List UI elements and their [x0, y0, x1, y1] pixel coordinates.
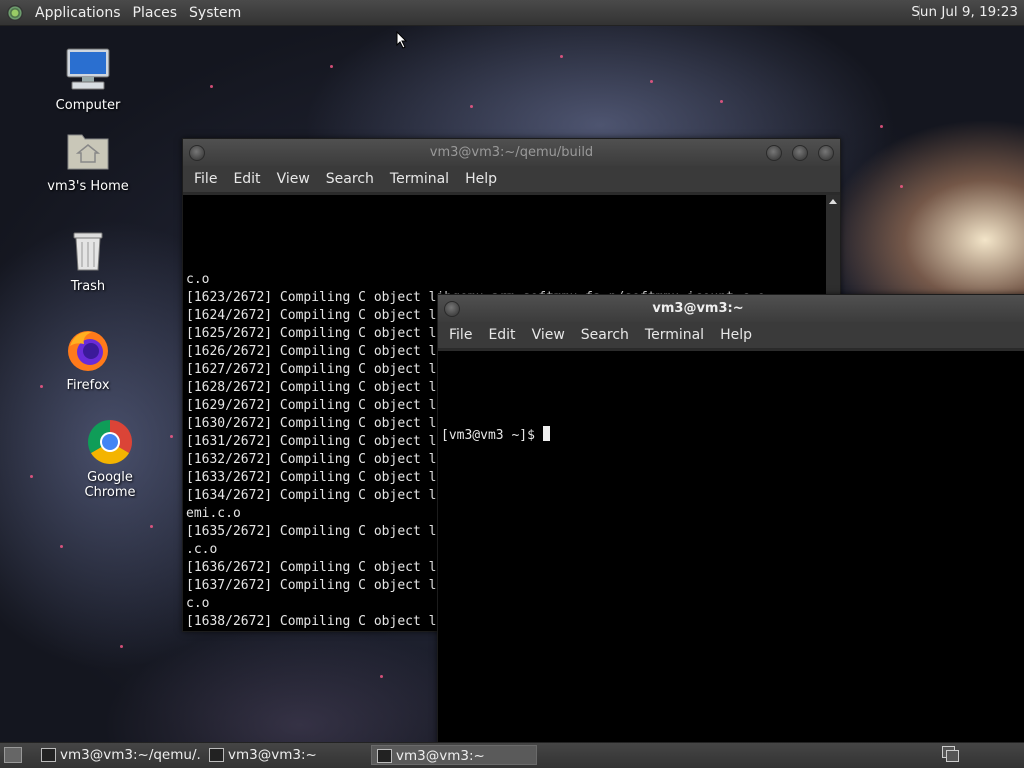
menu-terminal[interactable]: Terminal [382, 171, 457, 187]
close-button[interactable] [818, 145, 834, 161]
window-titlebar[interactable]: vm3@vm3:~/qemu/build [183, 139, 840, 166]
menu-edit[interactable]: Edit [480, 327, 523, 343]
taskbar-item-label: vm3@vm3:~ [396, 748, 485, 764]
desktop-icon-home[interactable]: vm3's Home [40, 127, 136, 194]
maximize-button[interactable] [792, 145, 808, 161]
menu-view[interactable]: View [269, 171, 318, 187]
desktop-icon-chrome[interactable]: Google Chrome [62, 418, 158, 500]
clock[interactable]: Sun Jul 9, 19:23 [911, 4, 1018, 20]
menu-search[interactable]: Search [318, 171, 382, 187]
taskbar-item-home-1[interactable]: vm3@vm3:~ [204, 745, 368, 765]
window-menu-button[interactable] [444, 301, 460, 317]
menu-places[interactable]: Places [127, 5, 184, 21]
menu-help[interactable]: Help [457, 171, 505, 187]
window-menu-button[interactable] [189, 145, 205, 161]
window-title: vm3@vm3:~ [652, 301, 744, 316]
taskbar-item-build[interactable]: vm3@vm3:~/qemu/... [36, 745, 200, 765]
chrome-icon [86, 418, 134, 466]
menu-applications[interactable]: Applications [29, 5, 127, 21]
window-menubar: File Edit View Search Terminal Help [438, 322, 1024, 349]
desktop-icon-firefox[interactable]: Firefox [40, 326, 136, 393]
menu-view[interactable]: View [524, 327, 573, 343]
terminal-window-home[interactable]: vm3@vm3:~ File Edit View Search Terminal… [437, 294, 1024, 756]
desktop-icon-label: Google Chrome [84, 470, 136, 500]
menu-file[interactable]: File [186, 171, 225, 187]
home-folder-icon [64, 127, 112, 175]
taskbar-item-home-2[interactable]: vm3@vm3:~ [371, 745, 537, 765]
menu-help[interactable]: Help [712, 327, 760, 343]
desktop-icon-label: Trash [70, 279, 106, 294]
taskbar-item-label: vm3@vm3:~/qemu/... [60, 747, 200, 763]
terminal-line: c.o [186, 272, 210, 287]
menu-system[interactable]: System [183, 5, 247, 21]
window-titlebar[interactable]: vm3@vm3:~ [438, 295, 1024, 322]
terminal-output[interactable]: [vm3@vm3 ~]$ [438, 351, 1024, 755]
terminal-icon [209, 748, 224, 762]
show-desktop-icon[interactable] [4, 747, 22, 763]
menu-terminal[interactable]: Terminal [637, 327, 712, 343]
firefox-icon [64, 326, 112, 374]
window-title: vm3@vm3:~/qemu/build [429, 145, 594, 160]
workspace-switcher-icon[interactable] [942, 746, 959, 762]
menu-edit[interactable]: Edit [225, 171, 268, 187]
terminal-icon [377, 749, 392, 763]
terminal-icon [41, 748, 56, 762]
distro-logo-icon[interactable] [7, 4, 23, 21]
menu-file[interactable]: File [441, 327, 480, 343]
desktop-icon-label: Firefox [66, 378, 110, 393]
menu-search[interactable]: Search [573, 327, 637, 343]
trash-icon [64, 227, 112, 275]
terminal-cursor [542, 426, 550, 441]
taskbar-item-label: vm3@vm3:~ [228, 747, 317, 763]
bottom-panel: vm3@vm3:~/qemu/... vm3@vm3:~ vm3@vm3:~ [0, 742, 1024, 768]
desktop-icon-label: Computer [55, 98, 121, 113]
top-panel: Applications Places System Sun Jul 9, 19… [0, 0, 1024, 26]
minimize-button[interactable] [766, 145, 782, 161]
desktop-icon-trash[interactable]: Trash [40, 227, 136, 294]
shell-prompt: [vm3@vm3 ~]$ [441, 428, 543, 443]
window-menubar: File Edit View Search Terminal Help [183, 166, 840, 193]
scroll-up-arrow-icon[interactable] [829, 199, 837, 204]
desktop-icon-label: vm3's Home [47, 179, 129, 194]
mouse-pointer-icon [396, 31, 408, 49]
computer-icon [64, 46, 112, 94]
desktop-icon-computer[interactable]: Computer [40, 46, 136, 113]
